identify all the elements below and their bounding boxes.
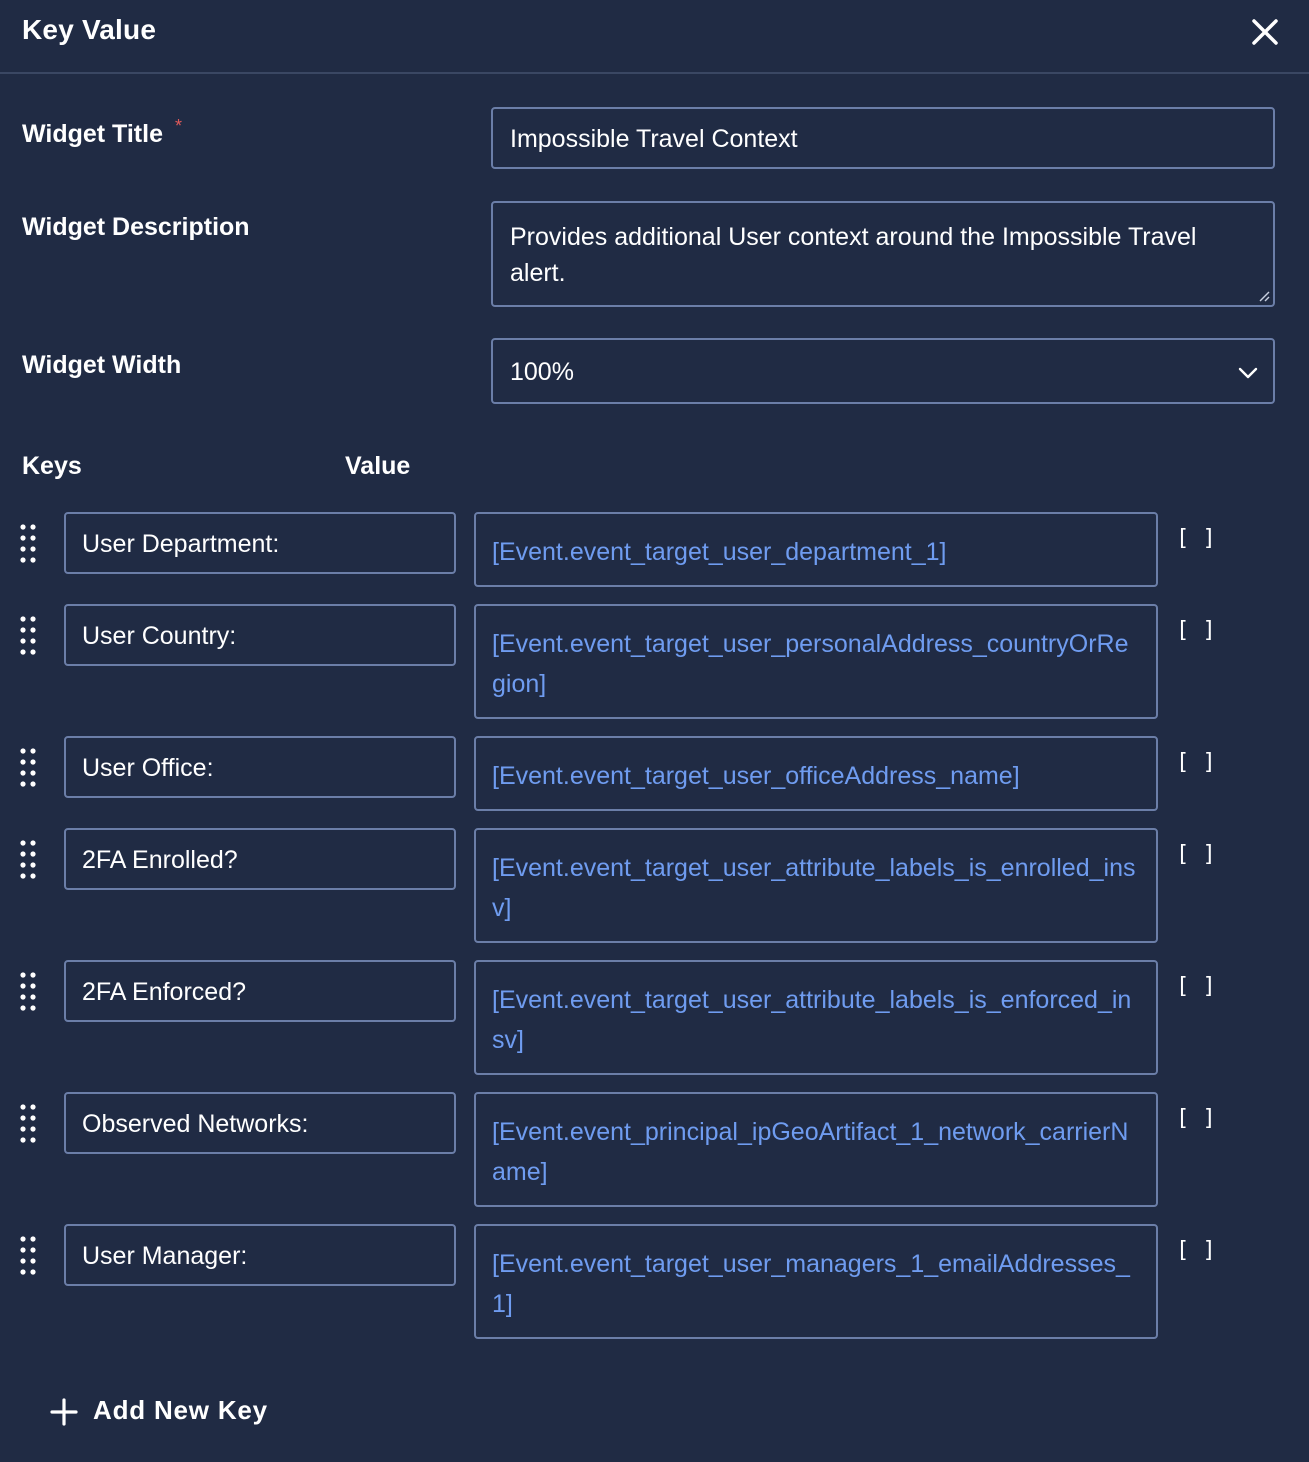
add-new-key-label: Add New Key: [93, 1395, 268, 1425]
keys-column-header: Keys: [22, 452, 82, 480]
widget-width-label: Widget Width: [22, 351, 182, 379]
bracket-button[interactable]: [ ]: [1176, 842, 1216, 867]
drag-handle-icon[interactable]: [20, 1236, 38, 1276]
drag-handle-icon[interactable]: [20, 748, 38, 788]
close-icon[interactable]: [1249, 16, 1281, 48]
widget-description-label: Widget Description: [22, 213, 250, 241]
panel-header: Key Value: [0, 0, 1309, 74]
widget-title-input[interactable]: Impossible Travel Context: [491, 107, 1275, 169]
widget-title-label-text: Widget Title: [22, 120, 163, 148]
bracket-button[interactable]: [ ]: [1176, 750, 1216, 775]
value-input[interactable]: [Event.event_target_user_officeAddress_n…: [474, 736, 1158, 811]
value-input[interactable]: [Event.event_target_user_managers_1_emai…: [474, 1224, 1158, 1339]
widget-width-select[interactable]: 100%: [491, 338, 1275, 404]
panel-title: Key Value: [22, 14, 157, 45]
value-input[interactable]: [Event.event_target_user_attribute_label…: [474, 828, 1158, 943]
bracket-button[interactable]: [ ]: [1176, 618, 1216, 643]
drag-handle-icon[interactable]: [20, 840, 38, 880]
drag-handle-icon[interactable]: [20, 616, 38, 656]
widget-description-textarea[interactable]: Provides additional User context around …: [491, 201, 1275, 307]
drag-handle-icon[interactable]: [20, 524, 38, 564]
bracket-button[interactable]: [ ]: [1176, 1238, 1216, 1263]
drag-handle-icon[interactable]: [20, 972, 38, 1012]
bracket-button[interactable]: [ ]: [1176, 526, 1216, 551]
key-value-panel: Key Value Widget Title * Impossible Trave…: [0, 0, 1309, 1462]
chevron-down-icon: [1238, 367, 1258, 379]
value-input[interactable]: [Event.event_target_user_personalAddress…: [474, 604, 1158, 719]
key-input[interactable]: Observed Networks:: [64, 1092, 456, 1154]
bracket-button[interactable]: [ ]: [1176, 974, 1216, 999]
widget-title-label: Widget Title *: [22, 116, 182, 149]
key-input[interactable]: User Country:: [64, 604, 456, 666]
value-input[interactable]: [Event.event_principal_ipGeoArtifact_1_n…: [474, 1092, 1158, 1207]
widget-description-text: Provides additional User context around …: [510, 223, 1197, 287]
key-input[interactable]: 2FA Enforced?: [64, 960, 456, 1022]
value-input[interactable]: [Event.event_target_user_attribute_label…: [474, 960, 1158, 1075]
key-input[interactable]: User Department:: [64, 512, 456, 574]
resize-grip-icon[interactable]: [1258, 290, 1270, 302]
key-input[interactable]: 2FA Enrolled?: [64, 828, 456, 890]
value-column-header: Value: [345, 452, 411, 480]
plus-icon: [50, 1398, 78, 1426]
bracket-button[interactable]: [ ]: [1176, 1106, 1216, 1131]
required-marker: *: [174, 116, 182, 136]
widget-width-value: 100%: [510, 358, 574, 386]
key-input[interactable]: User Manager:: [64, 1224, 456, 1286]
key-input[interactable]: User Office:: [64, 736, 456, 798]
value-input[interactable]: [Event.event_target_user_department_1]: [474, 512, 1158, 587]
drag-handle-icon[interactable]: [20, 1104, 38, 1144]
